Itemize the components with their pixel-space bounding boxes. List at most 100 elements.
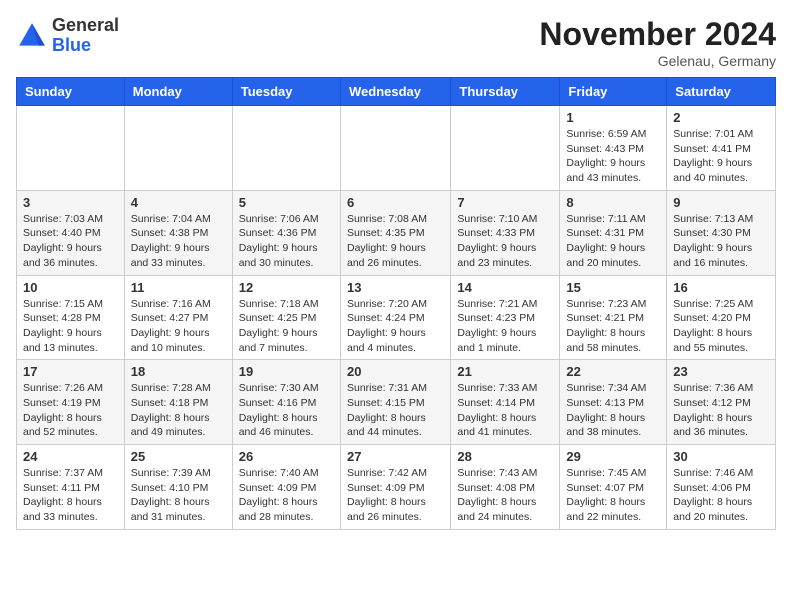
calendar-cell: 14 Sunrise: 7:21 AMSunset: 4:23 PMDayligh… bbox=[451, 275, 560, 360]
day-number: 18 bbox=[131, 364, 226, 379]
logo-icon bbox=[16, 20, 48, 52]
day-number: 4 bbox=[131, 195, 226, 210]
day-info: Sunrise: 7:03 AMSunset: 4:40 PMDaylight:… bbox=[23, 212, 118, 271]
day-number: 13 bbox=[347, 280, 444, 295]
day-number: 16 bbox=[673, 280, 769, 295]
day-info: Sunrise: 7:40 AMSunset: 4:09 PMDaylight:… bbox=[239, 466, 334, 525]
calendar-cell: 26 Sunrise: 7:40 AMSunset: 4:09 PMDayligh… bbox=[232, 445, 340, 530]
day-number: 2 bbox=[673, 110, 769, 125]
calendar-week-3: 10 Sunrise: 7:15 AMSunset: 4:28 PMDayligh… bbox=[17, 275, 776, 360]
day-number: 28 bbox=[457, 449, 553, 464]
calendar-week-5: 24Sunrise: 7:37 AMSunset: 4:11 PMDayligh… bbox=[17, 445, 776, 530]
day-info: Sunrise: 7:25 AMSunset: 4:20 PMDaylight:… bbox=[673, 297, 769, 356]
day-header-sunday: Sunday bbox=[17, 78, 125, 106]
day-info: Sunrise: 7:45 AMSunset: 4:07 PMDaylight:… bbox=[566, 466, 660, 525]
calendar-cell: 23Sunrise: 7:36 AMSunset: 4:12 PMDayligh… bbox=[667, 360, 776, 445]
title-block: November 2024 Gelenau, Germany bbox=[539, 16, 776, 69]
calendar-cell bbox=[17, 106, 125, 191]
day-info: Sunrise: 7:21 AMSunset: 4:23 PMDaylight:… bbox=[457, 297, 553, 356]
day-info: Sunrise: 7:23 AMSunset: 4:21 PMDaylight:… bbox=[566, 297, 660, 356]
calendar-cell: 27 Sunrise: 7:42 AMSunset: 4:09 PMDayligh… bbox=[340, 445, 450, 530]
day-header-thursday: Thursday bbox=[451, 78, 560, 106]
day-info: Sunrise: 7:16 AMSunset: 4:27 PMDaylight:… bbox=[131, 297, 226, 356]
day-number: 11 bbox=[131, 280, 226, 295]
calendar-cell: 2 Sunrise: 7:01 AMSunset: 4:41 PMDaylight… bbox=[667, 106, 776, 191]
day-number: 7 bbox=[457, 195, 553, 210]
day-number: 29 bbox=[566, 449, 660, 464]
day-info: Sunrise: 7:33 AMSunset: 4:14 PMDaylight:… bbox=[457, 381, 553, 440]
calendar-cell: 11 Sunrise: 7:16 AMSunset: 4:27 PMDayligh… bbox=[124, 275, 232, 360]
calendar-cell: 4 Sunrise: 7:04 AMSunset: 4:38 PMDaylight… bbox=[124, 190, 232, 275]
day-info: Sunrise: 7:10 AMSunset: 4:33 PMDaylight:… bbox=[457, 212, 553, 271]
calendar-cell: 13 Sunrise: 7:20 AMSunset: 4:24 PMDayligh… bbox=[340, 275, 450, 360]
day-number: 1 bbox=[566, 110, 660, 125]
calendar-cell: 10 Sunrise: 7:15 AMSunset: 4:28 PMDayligh… bbox=[17, 275, 125, 360]
day-info: Sunrise: 7:46 AMSunset: 4:06 PMDaylight:… bbox=[673, 466, 769, 525]
calendar-cell: 5Sunrise: 7:06 AMSunset: 4:36 PMDaylight… bbox=[232, 190, 340, 275]
day-header-saturday: Saturday bbox=[667, 78, 776, 106]
day-info: Sunrise: 7:18 AMSunset: 4:25 PMDaylight:… bbox=[239, 297, 334, 356]
day-info: Sunrise: 7:08 AMSunset: 4:35 PMDaylight:… bbox=[347, 212, 444, 271]
calendar-cell: 18 Sunrise: 7:28 AMSunset: 4:18 PMDayligh… bbox=[124, 360, 232, 445]
day-number: 9 bbox=[673, 195, 769, 210]
day-number: 26 bbox=[239, 449, 334, 464]
calendar-cell: 12 Sunrise: 7:18 AMSunset: 4:25 PMDayligh… bbox=[232, 275, 340, 360]
day-header-tuesday: Tuesday bbox=[232, 78, 340, 106]
calendar-cell bbox=[451, 106, 560, 191]
calendar-week-2: 3 Sunrise: 7:03 AMSunset: 4:40 PMDaylight… bbox=[17, 190, 776, 275]
day-number: 22 bbox=[566, 364, 660, 379]
day-info: Sunrise: 7:04 AMSunset: 4:38 PMDaylight:… bbox=[131, 212, 226, 271]
calendar-cell bbox=[124, 106, 232, 191]
day-number: 12 bbox=[239, 280, 334, 295]
logo-text: General Blue bbox=[52, 16, 119, 56]
day-info: Sunrise: 7:39 AMSunset: 4:10 PMDaylight:… bbox=[131, 466, 226, 525]
day-number: 23 bbox=[673, 364, 769, 379]
calendar-cell: 6 Sunrise: 7:08 AMSunset: 4:35 PMDaylight… bbox=[340, 190, 450, 275]
calendar-cell: 17 Sunrise: 7:26 AMSunset: 4:19 PMDayligh… bbox=[17, 360, 125, 445]
day-info: Sunrise: 7:15 AMSunset: 4:28 PMDaylight:… bbox=[23, 297, 118, 356]
calendar: SundayMondayTuesdayWednesdayThursdayFrid… bbox=[16, 77, 776, 530]
calendar-header-row: SundayMondayTuesdayWednesdayThursdayFrid… bbox=[17, 78, 776, 106]
day-header-monday: Monday bbox=[124, 78, 232, 106]
day-info: Sunrise: 7:11 AMSunset: 4:31 PMDaylight:… bbox=[566, 212, 660, 271]
calendar-cell: 16 Sunrise: 7:25 AMSunset: 4:20 PMDayligh… bbox=[667, 275, 776, 360]
month-title: November 2024 bbox=[539, 16, 776, 53]
calendar-week-1: 1Sunrise: 6:59 AMSunset: 4:43 PMDaylight… bbox=[17, 106, 776, 191]
calendar-week-4: 17 Sunrise: 7:26 AMSunset: 4:19 PMDayligh… bbox=[17, 360, 776, 445]
day-number: 14 bbox=[457, 280, 553, 295]
calendar-cell bbox=[232, 106, 340, 191]
day-info: Sunrise: 7:42 AMSunset: 4:09 PMDaylight:… bbox=[347, 466, 444, 525]
day-number: 17 bbox=[23, 364, 118, 379]
day-info: Sunrise: 7:01 AMSunset: 4:41 PMDaylight:… bbox=[673, 127, 769, 186]
calendar-cell: 28 Sunrise: 7:43 AMSunset: 4:08 PMDayligh… bbox=[451, 445, 560, 530]
day-info: Sunrise: 7:20 AMSunset: 4:24 PMDaylight:… bbox=[347, 297, 444, 356]
day-number: 19 bbox=[239, 364, 334, 379]
calendar-cell: 24Sunrise: 7:37 AMSunset: 4:11 PMDayligh… bbox=[17, 445, 125, 530]
day-info: Sunrise: 7:26 AMSunset: 4:19 PMDaylight:… bbox=[23, 381, 118, 440]
calendar-cell bbox=[340, 106, 450, 191]
calendar-cell: 7 Sunrise: 7:10 AMSunset: 4:33 PMDaylight… bbox=[451, 190, 560, 275]
calendar-cell: 8 Sunrise: 7:11 AMSunset: 4:31 PMDaylight… bbox=[560, 190, 667, 275]
day-number: 10 bbox=[23, 280, 118, 295]
day-number: 27 bbox=[347, 449, 444, 464]
logo: General Blue bbox=[16, 16, 119, 56]
day-number: 24 bbox=[23, 449, 118, 464]
day-header-wednesday: Wednesday bbox=[340, 78, 450, 106]
day-info: Sunrise: 7:30 AMSunset: 4:16 PMDaylight:… bbox=[239, 381, 334, 440]
day-number: 6 bbox=[347, 195, 444, 210]
calendar-cell: 21Sunrise: 7:33 AMSunset: 4:14 PMDayligh… bbox=[451, 360, 560, 445]
day-number: 20 bbox=[347, 364, 444, 379]
calendar-cell: 15Sunrise: 7:23 AMSunset: 4:21 PMDayligh… bbox=[560, 275, 667, 360]
day-number: 30 bbox=[673, 449, 769, 464]
calendar-cell: 30 Sunrise: 7:46 AMSunset: 4:06 PMDayligh… bbox=[667, 445, 776, 530]
day-header-friday: Friday bbox=[560, 78, 667, 106]
calendar-cell: 29 Sunrise: 7:45 AMSunset: 4:07 PMDayligh… bbox=[560, 445, 667, 530]
day-number: 8 bbox=[566, 195, 660, 210]
location: Gelenau, Germany bbox=[539, 53, 776, 69]
day-number: 3 bbox=[23, 195, 118, 210]
calendar-cell: 9Sunrise: 7:13 AMSunset: 4:30 PMDaylight… bbox=[667, 190, 776, 275]
day-info: Sunrise: 7:31 AMSunset: 4:15 PMDaylight:… bbox=[347, 381, 444, 440]
day-info: Sunrise: 7:28 AMSunset: 4:18 PMDaylight:… bbox=[131, 381, 226, 440]
calendar-cell: 3 Sunrise: 7:03 AMSunset: 4:40 PMDaylight… bbox=[17, 190, 125, 275]
day-info: Sunrise: 7:43 AMSunset: 4:08 PMDaylight:… bbox=[457, 466, 553, 525]
